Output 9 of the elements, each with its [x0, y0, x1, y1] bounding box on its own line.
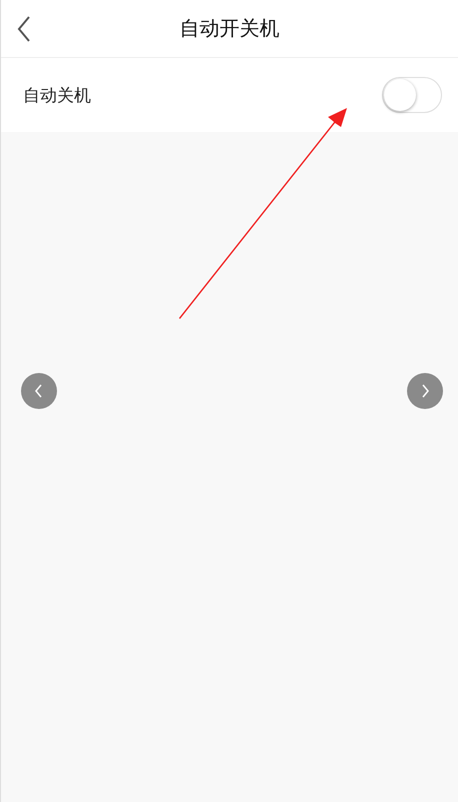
back-button[interactable] — [17, 16, 31, 42]
chevron-left-icon — [34, 383, 44, 399]
chevron-right-icon — [420, 383, 430, 399]
toggle-switch[interactable] — [382, 77, 442, 113]
previous-button[interactable] — [21, 373, 57, 409]
next-button[interactable] — [407, 373, 443, 409]
page-title: 自动开关机 — [180, 15, 280, 42]
setting-label: 自动关机 — [23, 84, 91, 106]
back-icon — [17, 16, 31, 42]
